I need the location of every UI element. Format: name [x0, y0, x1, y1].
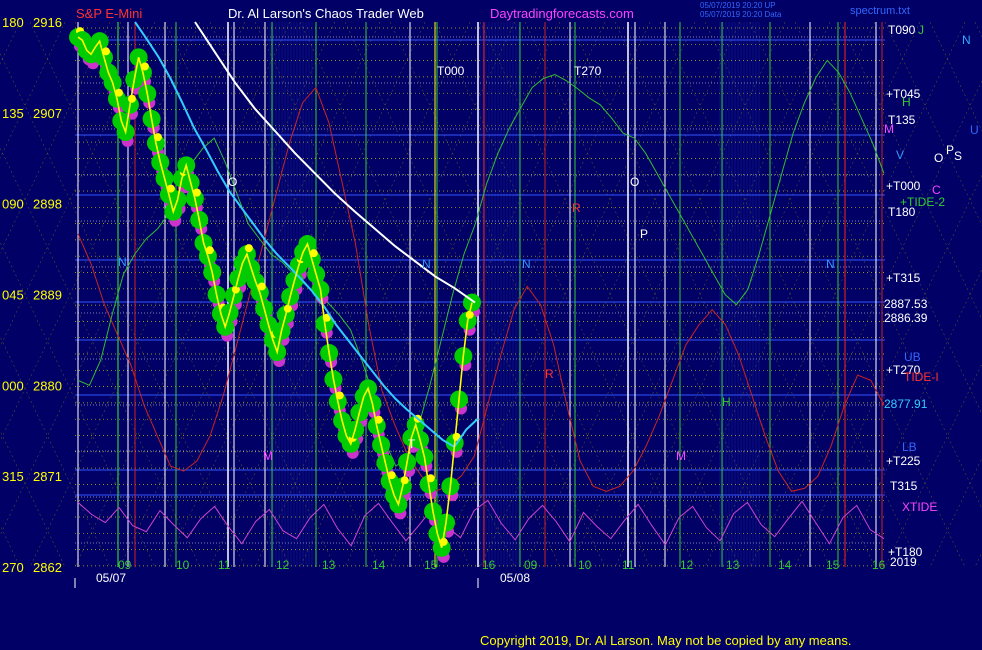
x-hour-label: 10: [578, 558, 592, 572]
right-label: UB: [904, 350, 921, 364]
timestamp-1: 05/07/2019 20:20 UP: [700, 1, 776, 10]
y-angle-label: 270: [2, 560, 24, 575]
right-label: M: [884, 122, 894, 136]
right-label: O: [934, 151, 943, 165]
file-label: spectrum.txt: [850, 5, 910, 17]
right-label: +T225: [886, 454, 921, 468]
right-label: U: [970, 123, 979, 137]
chart-title: Dr. Al Larson's Chaos Trader Web: [228, 6, 424, 21]
x-hour-label: 12: [680, 558, 694, 572]
x-hour-label: 11: [218, 558, 231, 572]
right-label: XTIDE: [902, 500, 937, 514]
symbol-label: S&P E-Mini: [76, 6, 142, 21]
right-label: N: [962, 33, 971, 47]
timestamp-2: 05/07/2019 20:20 Data: [700, 10, 782, 19]
y-price-label: 2898: [33, 197, 62, 212]
x-hour-label: 11: [622, 558, 635, 572]
chart-marker: N: [118, 255, 127, 269]
x-date-label: 05/08: [500, 571, 530, 585]
y-price-label: 2862: [33, 560, 62, 575]
chart-marker: M: [263, 449, 273, 463]
chart-marker: O: [228, 175, 237, 189]
chart-marker: T: [408, 437, 416, 451]
chart-marker: R: [572, 201, 581, 215]
x-hour-label: 09: [118, 558, 132, 572]
chart-marker: N: [522, 257, 531, 271]
y-price-label: 2880: [33, 378, 62, 393]
right-label: 2886.39: [884, 311, 928, 325]
y-price-label: 2889: [33, 288, 62, 303]
x-hour-label: 15: [826, 558, 840, 572]
chart-marker: N: [826, 257, 835, 271]
chart-marker: H: [722, 395, 731, 409]
right-label: P: [946, 143, 954, 157]
chart-marker: M: [676, 449, 686, 463]
chart-marker: O: [630, 175, 639, 189]
copyright: Copyright 2019, Dr. Al Larson. May not b…: [480, 633, 851, 648]
x-hour-label: 12: [276, 558, 290, 572]
y-price-label: 2871: [33, 469, 62, 484]
chart-marker: N: [422, 257, 431, 271]
right-label: V: [896, 148, 904, 162]
right-label: T090: [888, 23, 916, 37]
site-label: Daytradingforecasts.com: [490, 6, 634, 21]
right-label: 2877.91: [884, 397, 928, 411]
right-label: +T315: [886, 271, 921, 285]
right-label: H: [902, 95, 911, 109]
right-label: T180: [888, 205, 916, 219]
x-hour-label: 13: [726, 558, 740, 572]
right-label: 2887.53: [884, 297, 928, 311]
right-label: LB: [902, 440, 917, 454]
y-angle-label: 180: [2, 15, 24, 30]
yellow-dot: [244, 244, 253, 253]
y-angle-label: 315: [2, 469, 24, 484]
y-angle-label: 135: [2, 106, 24, 121]
chart-marker: T270: [574, 64, 602, 78]
right-label: TIDE-I: [904, 370, 939, 384]
x-hour-label: 14: [778, 558, 792, 572]
chart-marker: T000: [437, 64, 465, 78]
y-price-label: 2916: [33, 15, 62, 30]
y-angle-label: 090: [2, 197, 24, 212]
x-date-label: 05/07: [96, 571, 126, 585]
right-label: 2019: [890, 555, 917, 569]
chaos-chart: S&P E-Mini Dr. Al Larson's Chaos Trader …: [0, 0, 982, 650]
right-label: T315: [890, 479, 918, 493]
y-angle-label: 000: [2, 378, 24, 393]
right-label: S: [954, 149, 962, 163]
right-label: +T000: [886, 179, 921, 193]
x-hour-label: 09: [524, 558, 538, 572]
x-hour-label: 16: [872, 558, 886, 572]
x-hour-label: 13: [322, 558, 336, 572]
y-angle-label: 045: [2, 288, 24, 303]
x-hour-label: 14: [372, 558, 386, 572]
right-label: J: [918, 23, 924, 37]
x-hour-label: 10: [176, 558, 190, 572]
chart-marker: P: [640, 227, 648, 241]
y-price-label: 2907: [33, 106, 62, 121]
x-hour-label: 15: [424, 558, 438, 572]
x-hour-label: 16: [482, 558, 496, 572]
chart-marker: R: [545, 367, 554, 381]
